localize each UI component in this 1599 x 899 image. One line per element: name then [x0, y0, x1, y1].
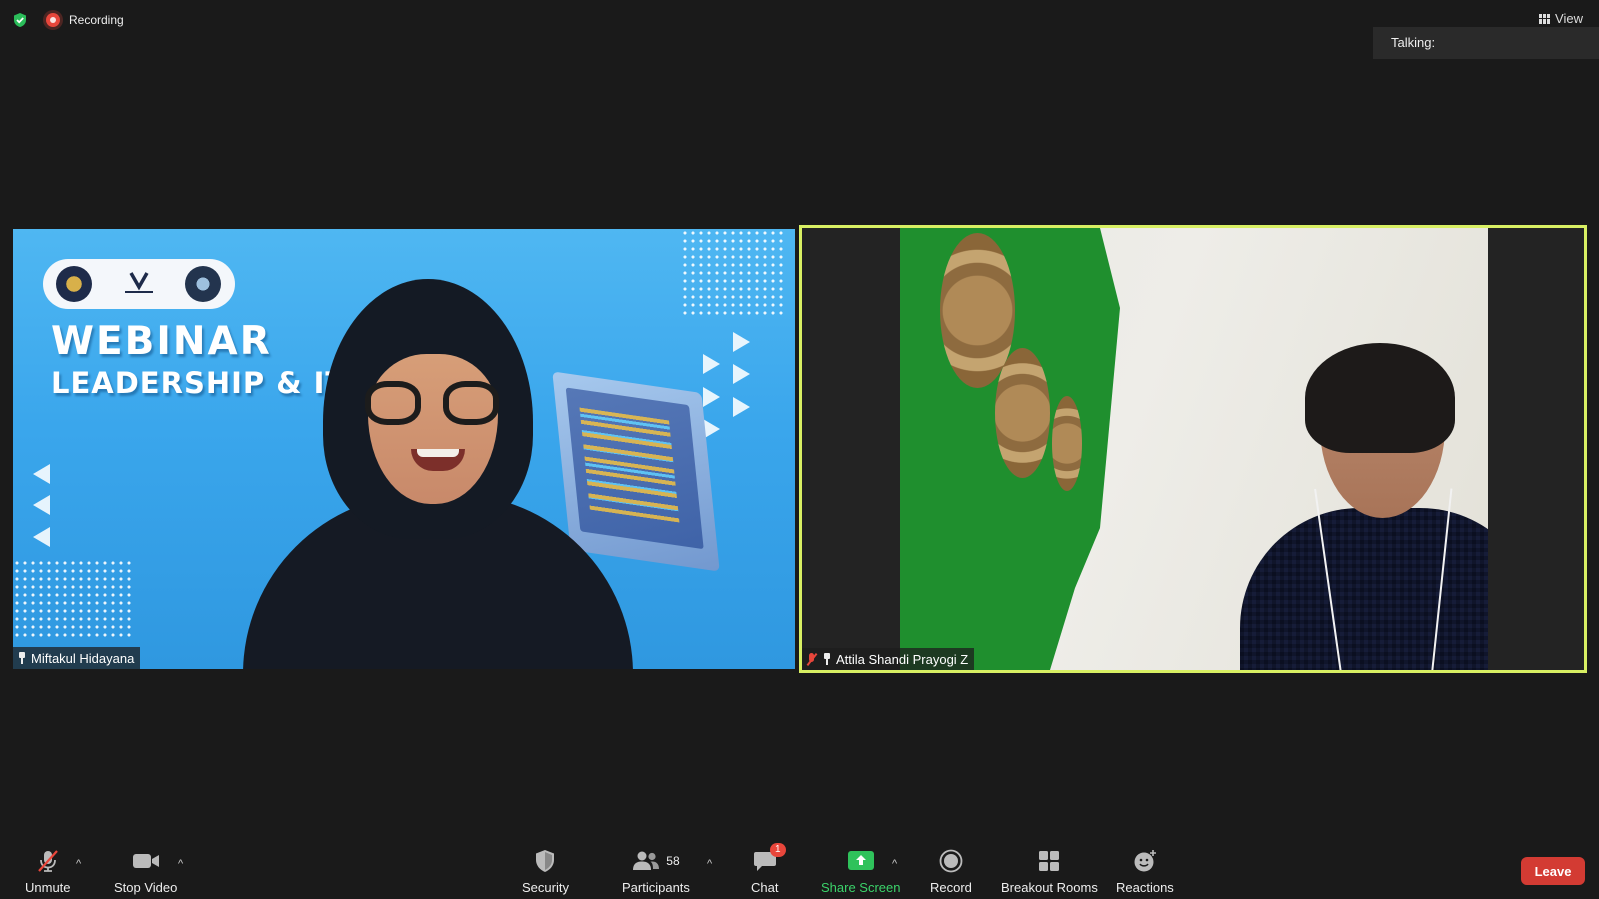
reactions-button[interactable]: Reactions	[1116, 846, 1174, 895]
record-label: Record	[930, 880, 972, 895]
share-screen-label: Share Screen	[821, 880, 901, 895]
arrow-left-icon	[33, 464, 50, 484]
arrow-right-icon	[703, 354, 720, 374]
video-tile-attila[interactable]: Attila Shandi Prayogi Z	[799, 225, 1587, 673]
wall-basket-decoration	[995, 348, 1050, 478]
participant-name-tag: Attila Shandi Prayogi Z	[802, 648, 975, 670]
stop-video-label: Stop Video	[114, 880, 178, 895]
participant-name: Miftakul Hidayana	[31, 650, 135, 666]
record-button[interactable]: Record	[930, 846, 972, 895]
arrow-right-icon	[733, 332, 750, 352]
leave-meeting-button[interactable]: Leave	[1521, 857, 1585, 885]
view-button[interactable]: View	[1539, 11, 1583, 26]
arrow-right-icon	[733, 364, 750, 384]
unmute-button[interactable]: Unmute	[25, 846, 71, 895]
participants-options-caret-icon[interactable]: ^	[707, 858, 712, 870]
vokasi-logo	[125, 272, 153, 293]
record-icon	[939, 846, 963, 876]
globe-logo	[185, 266, 221, 302]
decorative-dot-grid	[13, 559, 133, 639]
security-label: Security	[522, 880, 569, 895]
meeting-toolbar: Unmute ^ Stop Video ^ Security 58 Partic…	[0, 837, 1599, 899]
muted-mic-icon	[806, 652, 818, 666]
chat-unread-badge: 1	[769, 843, 786, 857]
emoji-smiley-icon	[1132, 846, 1158, 876]
meeting-top-bar: Recording View	[0, 0, 1599, 40]
security-shield-icon	[534, 846, 556, 876]
chat-bubble-icon: 1	[753, 843, 786, 876]
decorative-dot-grid	[681, 229, 785, 319]
university-seal-logo	[56, 266, 92, 302]
share-screen-button[interactable]: Share Screen	[821, 846, 901, 895]
recording-label: Recording	[69, 13, 124, 27]
participant-name: Attila Shandi Prayogi Z	[836, 651, 969, 667]
share-options-caret-icon[interactable]: ^	[892, 858, 897, 870]
chat-label: Chat	[751, 880, 779, 895]
breakout-rooms-label: Breakout Rooms	[1001, 880, 1098, 895]
participant-name-tag: Miftakul Hidayana	[13, 647, 141, 669]
reactions-label: Reactions	[1116, 880, 1174, 895]
view-label: View	[1555, 11, 1583, 26]
audio-options-caret-icon[interactable]: ^	[76, 858, 81, 870]
chat-button[interactable]: 1 Chat	[751, 843, 786, 895]
encryption-shield-icon[interactable]	[12, 12, 28, 28]
arrow-left-icon	[33, 527, 50, 547]
microphone-muted-icon	[35, 846, 61, 876]
breakout-rooms-button[interactable]: Breakout Rooms	[1001, 846, 1098, 895]
talking-indicator: Talking:	[1373, 27, 1599, 59]
arrow-right-icon	[703, 387, 720, 407]
grid-view-icon	[1539, 13, 1551, 24]
pin-icon	[822, 653, 832, 665]
wall-basket-decoration	[1052, 396, 1082, 491]
participants-icon: 58	[632, 846, 680, 876]
security-button[interactable]: Security	[522, 846, 569, 895]
participant-video-attila	[900, 228, 1488, 670]
breakout-rooms-icon	[1037, 846, 1061, 876]
arrow-right-icon	[733, 397, 750, 417]
participant-video-miftakul	[233, 279, 633, 669]
institution-logos	[43, 259, 235, 309]
video-options-caret-icon[interactable]: ^	[178, 858, 183, 870]
recording-icon[interactable]	[46, 13, 60, 27]
video-camera-icon	[132, 846, 160, 876]
participants-label: Participants	[622, 880, 690, 895]
stop-video-button[interactable]: Stop Video	[114, 846, 177, 895]
arrow-left-icon	[33, 495, 50, 515]
participants-count: 58	[666, 854, 680, 868]
video-tile-miftakul[interactable]: WEBINAR LEADERSHIP & IT Miftakul Hidayan…	[13, 229, 795, 669]
pin-icon	[17, 652, 27, 664]
share-screen-icon	[847, 846, 875, 876]
unmute-label: Unmute	[25, 880, 71, 895]
talking-label: Talking:	[1391, 35, 1436, 50]
participants-button[interactable]: 58 Participants	[622, 846, 690, 895]
